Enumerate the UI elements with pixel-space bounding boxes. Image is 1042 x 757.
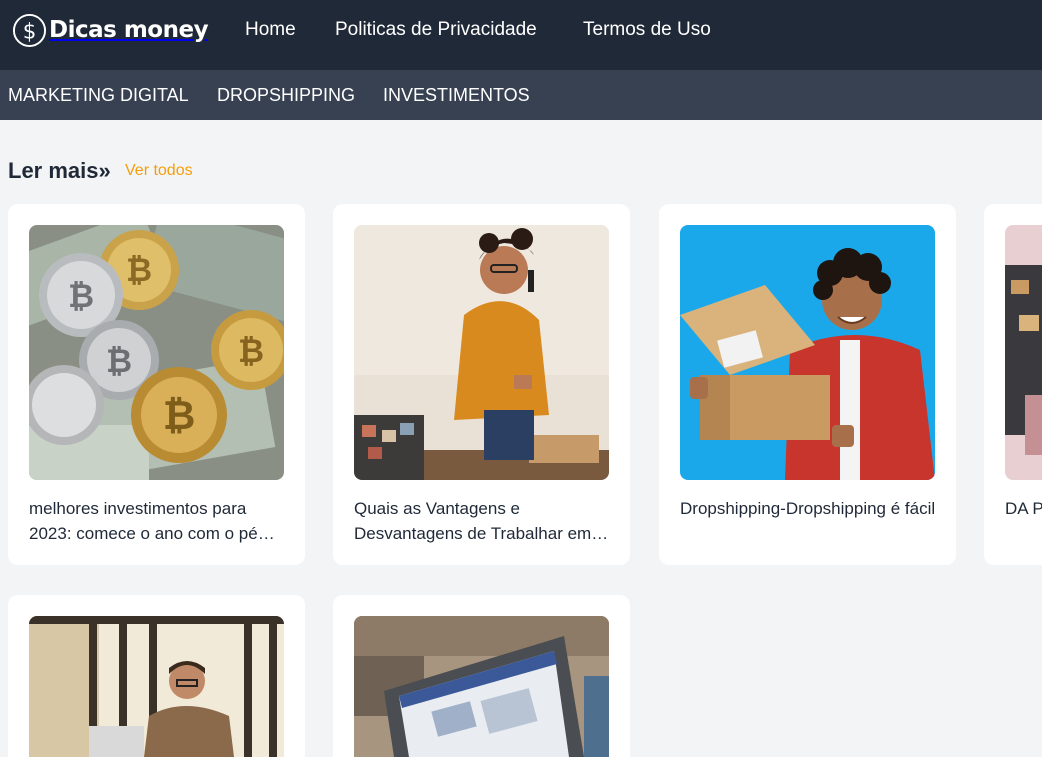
category-nav: MARKETING DIGITAL DROPSHIPPING INVESTIME… bbox=[0, 70, 1042, 120]
category-dropshipping[interactable]: DROPSHIPPING bbox=[217, 84, 355, 106]
dollar-circle-icon: $ bbox=[12, 13, 47, 47]
svg-text:₿: ₿ bbox=[163, 393, 196, 439]
article-title: melhores investimentos para 2023: comece… bbox=[29, 499, 258, 543]
svg-text:₿: ₿ bbox=[68, 277, 94, 315]
article-thumbnail bbox=[29, 616, 284, 757]
svg-text:₿: ₿ bbox=[238, 332, 264, 370]
top-navbar: $ Dicas money Home Politicas de Privacid… bbox=[0, 0, 1042, 70]
article-card[interactable]: ₿ ₿ ₿ ₿ ₿ melhores investimentos para 20… bbox=[8, 204, 305, 565]
nav-link-home[interactable]: Home bbox=[245, 18, 296, 42]
nav-link-terms[interactable]: Termos de Uso bbox=[583, 18, 711, 42]
svg-text:₿: ₿ bbox=[126, 251, 152, 289]
article-thumbnail bbox=[354, 616, 609, 757]
article-card[interactable] bbox=[333, 595, 630, 757]
category-investimentos[interactable]: INVESTIMENTOS bbox=[383, 84, 530, 106]
svg-text:₿: ₿ bbox=[106, 342, 132, 380]
article-card[interactable]: Dropshipping-Dropshipping é fácil bbox=[659, 204, 956, 565]
site-logo[interactable]: $ Dicas money bbox=[12, 12, 209, 48]
svg-text:$: $ bbox=[23, 19, 37, 44]
see-all-link[interactable]: Ver todos bbox=[125, 162, 193, 180]
article-card[interactable] bbox=[8, 595, 305, 757]
article-thumbnail bbox=[680, 225, 935, 480]
article-title: DA P... DRO... bbox=[1005, 499, 1042, 518]
article-card[interactable]: DA P... DRO... bbox=[984, 204, 1042, 565]
section-title: Ler mais» bbox=[8, 158, 111, 183]
article-title: Quais as Vantagens e Desvantagens de Tra… bbox=[354, 499, 592, 543]
article-card[interactable]: Quais as Vantagens e Desvantagens de Tra… bbox=[333, 204, 630, 565]
article-thumbnail: ₿ ₿ ₿ ₿ ₿ bbox=[29, 225, 284, 480]
article-title: Dropshipping-Dropshipping é fácil bbox=[680, 499, 936, 518]
logo-text: Dicas money bbox=[49, 17, 209, 43]
article-thumbnail bbox=[1005, 225, 1042, 480]
nav-link-privacy[interactable]: Politicas de Privacidade bbox=[335, 18, 537, 42]
category-marketing-digital[interactable]: MARKETING DIGITAL bbox=[8, 84, 189, 106]
article-thumbnail bbox=[354, 225, 609, 480]
